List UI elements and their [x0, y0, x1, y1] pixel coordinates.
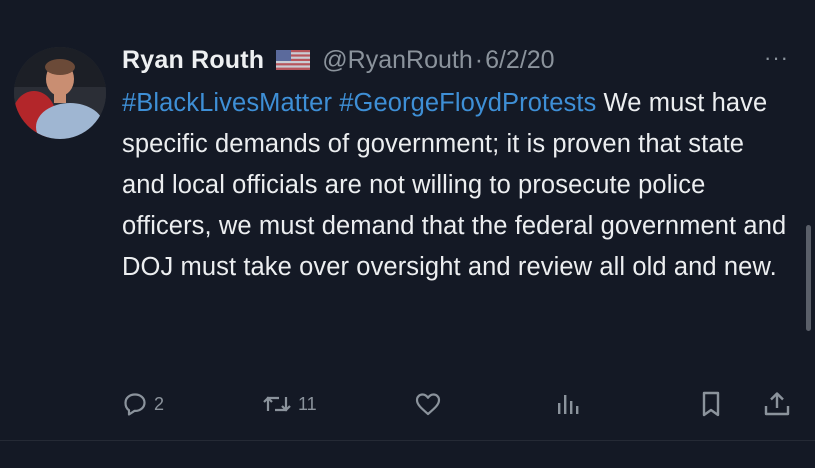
- tweet-card[interactable]: Ryan Routh @RyanRouth · 6/2/20 ··· #Blac…: [0, 0, 815, 468]
- scrollbar-thumb[interactable]: [806, 225, 811, 331]
- hashtag-link[interactable]: #BlackLivesMatter: [122, 89, 332, 117]
- retweet-icon: [263, 396, 291, 412]
- bookmark-button[interactable]: [698, 384, 724, 424]
- like-button[interactable]: [414, 384, 442, 424]
- heart-icon: [415, 393, 441, 416]
- share-icon: [764, 392, 790, 416]
- views-button[interactable]: [555, 384, 581, 424]
- retweet-button[interactable]: 11: [262, 384, 317, 424]
- more-options-icon[interactable]: ···: [764, 47, 798, 69]
- us-flag-icon: [276, 50, 311, 70]
- tweet-header: Ryan Routh @RyanRouth · 6/2/20: [122, 42, 555, 78]
- tweet-body: We must have specific demands of governm…: [122, 89, 787, 281]
- avatar[interactable]: [14, 47, 106, 139]
- reply-icon: [124, 393, 146, 416]
- views-icon: [558, 395, 579, 414]
- hashtag-link[interactable]: #GeorgeFloydProtests: [339, 89, 596, 117]
- tweet-actions: 2 11: [122, 384, 802, 424]
- tweet-date[interactable]: 6/2/20: [485, 46, 555, 75]
- share-button[interactable]: [762, 384, 792, 424]
- reply-count: 2: [154, 393, 165, 414]
- reply-button[interactable]: 2: [122, 384, 164, 424]
- retweet-count: 11: [298, 393, 317, 414]
- divider: [0, 440, 815, 441]
- bookmark-icon: [702, 391, 720, 417]
- tweet-text: #BlackLivesMatter #GeorgeFloydProtests W…: [122, 83, 794, 288]
- author-handle[interactable]: @RyanRouth: [322, 46, 472, 75]
- avatar-image: [14, 47, 106, 139]
- header-separator: ·: [474, 45, 484, 74]
- author-name[interactable]: Ryan Routh: [122, 46, 264, 75]
